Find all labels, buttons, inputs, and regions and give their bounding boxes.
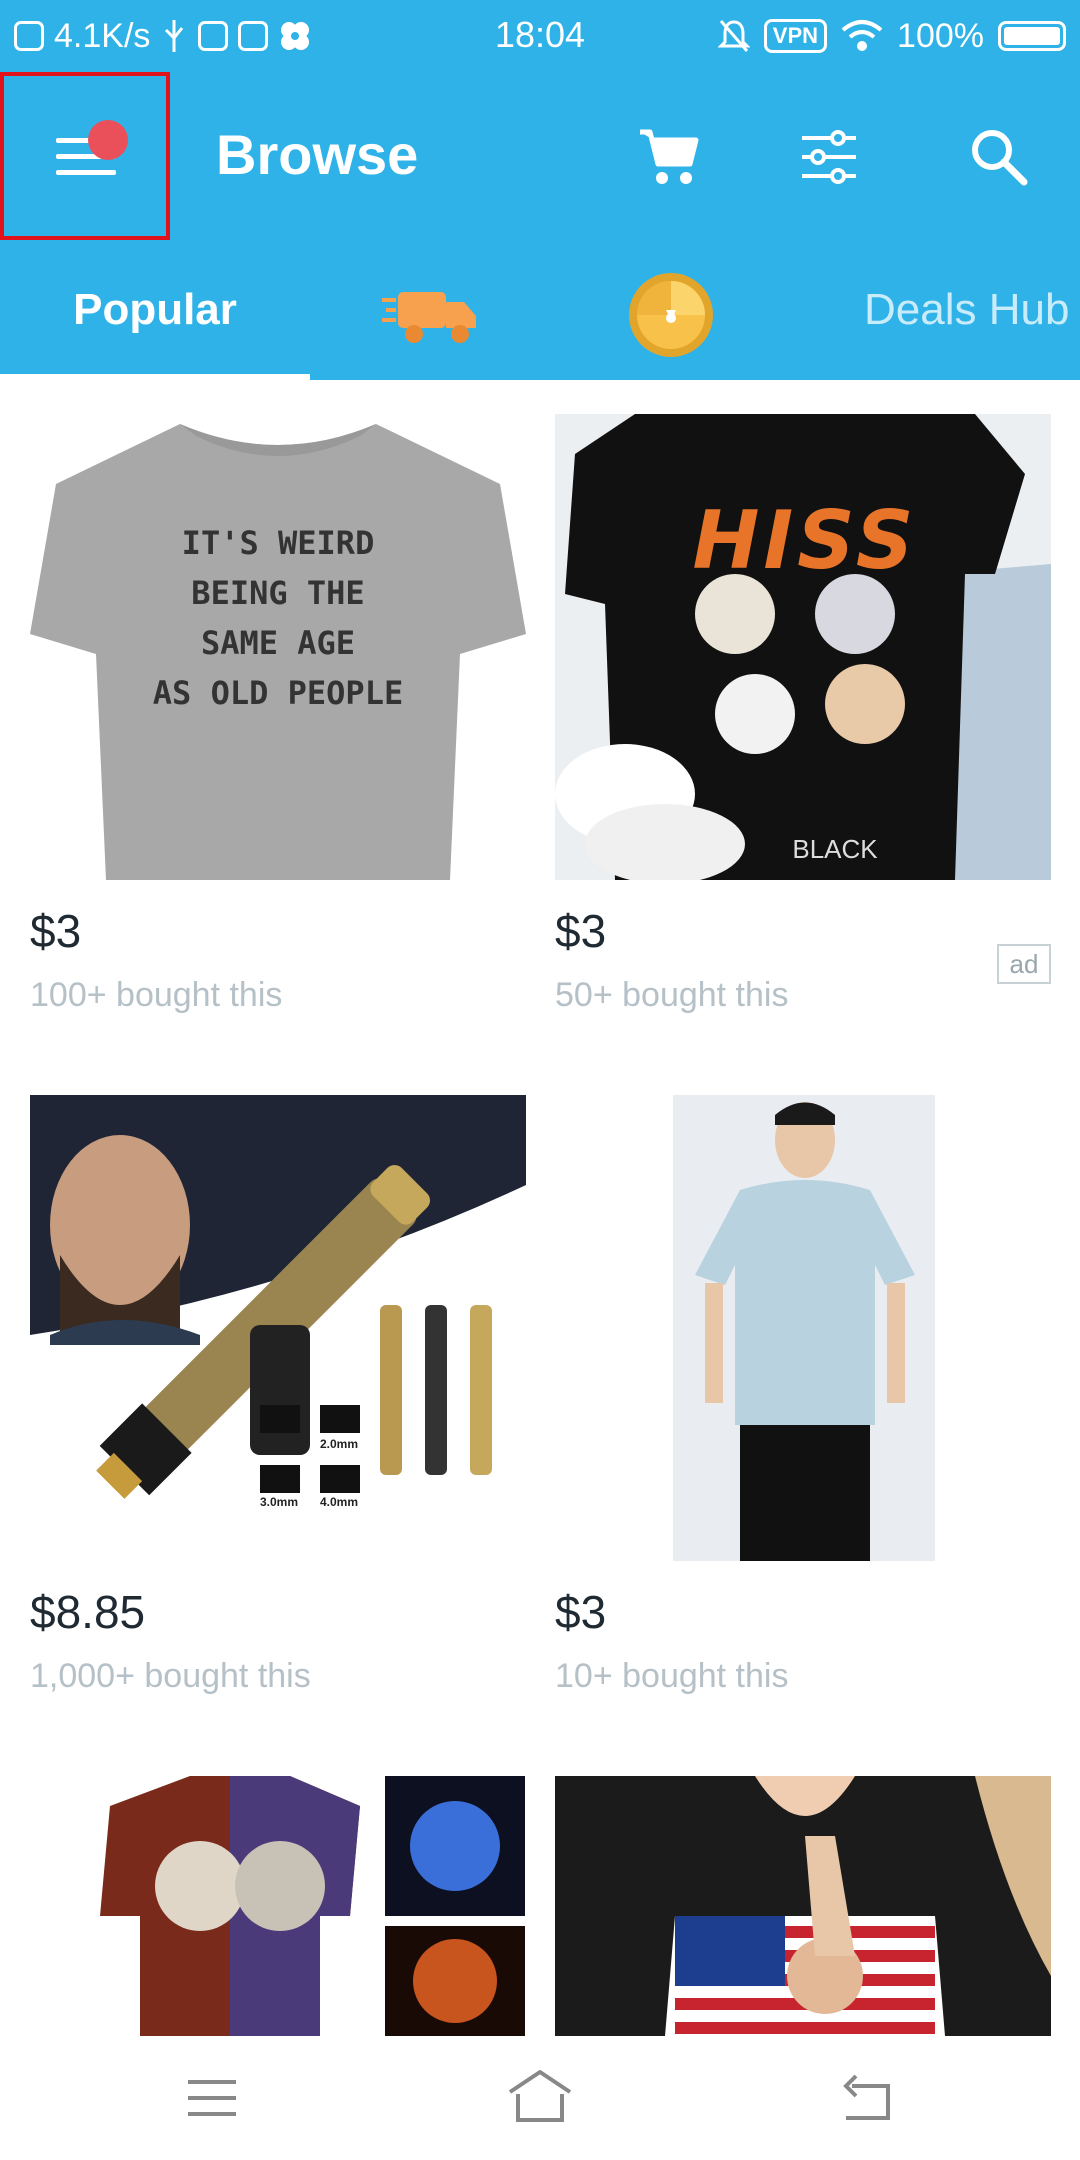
back-icon[interactable] (832, 2062, 904, 2134)
home-icon[interactable] (504, 2062, 576, 2134)
product-price: $3 (30, 905, 82, 957)
status-right: VPN 100% (717, 14, 1066, 58)
product-card[interactable]: 1.5mm 2.0mm 3.0mm 4.0mm $8.85 1,000+ bou… (30, 1095, 526, 1695)
tab-popular-label: Popular (73, 285, 237, 334)
product-price: $3 (555, 905, 607, 957)
battery-icon (998, 21, 1066, 51)
filter-icon[interactable] (796, 124, 862, 190)
product-sold-count: 1,000+ bought this (30, 1657, 311, 1695)
prize-wheel-icon[interactable] (626, 270, 716, 360)
page-title: Browse (216, 123, 419, 186)
product-image: HISS BLACK (555, 414, 1051, 880)
status-bar: 4.1K/s 18:04 VPN 100% (0, 0, 1080, 72)
system-navigation-bar (0, 2036, 1080, 2160)
product-sold-count: 50+ bought this (555, 976, 789, 1014)
product-image (555, 1776, 1051, 2036)
shirt-text-line: AS OLD PEOPLE (152, 674, 404, 712)
shirt-text-line: IT'S WEIRD (181, 524, 375, 562)
tab-popular[interactable]: Popular (0, 240, 310, 380)
app-header: Browse (0, 72, 1080, 240)
product-image: IT'S WEIRD BEING THE SAME AGE AS OLD PEO… (30, 414, 526, 880)
shirt-text-line: SAME AGE (200, 624, 356, 662)
ad-badge: ad (997, 944, 1051, 984)
trimmer-size-label: 4.0mm (320, 1495, 359, 1509)
product-image (555, 1095, 1051, 1561)
battery-percent: 100% (897, 16, 984, 55)
trimmer-size-label: 1.5mm (260, 1437, 299, 1451)
shirt-text-line: BEING THE (191, 574, 365, 612)
product-image (30, 1776, 526, 2036)
product-sold-count: 10+ bought this (555, 1657, 789, 1695)
product-image: 1.5mm 2.0mm 3.0mm 4.0mm (30, 1095, 526, 1561)
shirt-caption: BLACK (792, 834, 878, 864)
product-card[interactable] (555, 1776, 1051, 2036)
tab-deals-hub[interactable]: Deals Hub (864, 240, 1069, 380)
wifi-icon (841, 20, 883, 51)
search-icon[interactable] (966, 124, 1032, 190)
category-tabs: Popular Deals Hub (0, 240, 1080, 380)
product-card[interactable]: $3 10+ bought this (555, 1095, 1051, 1695)
product-card[interactable] (30, 1776, 526, 2036)
product-price: $8.85 (30, 1586, 146, 1638)
trimmer-size-label: 3.0mm (260, 1495, 299, 1509)
product-price: $3 (555, 1586, 607, 1638)
product-card[interactable]: IT'S WEIRD BEING THE SAME AGE AS OLD PEO… (30, 414, 526, 1014)
product-grid: IT'S WEIRD BEING THE SAME AGE AS OLD PEO… (0, 380, 1080, 2036)
delivery-truck-icon[interactable] (380, 280, 480, 350)
recent-apps-icon[interactable] (176, 2062, 248, 2134)
product-card[interactable]: HISS BLACK $3 ad 50+ bought this (555, 414, 1051, 1014)
trimmer-size-label: 2.0mm (320, 1437, 359, 1451)
notification-dot (88, 120, 128, 160)
product-sold-count: 100+ bought this (30, 976, 283, 1014)
shirt-logo: HISS (692, 494, 918, 587)
menu-button[interactable] (0, 72, 170, 240)
mute-bell-icon (717, 20, 750, 52)
vpn-badge: VPN (763, 19, 828, 53)
cart-icon[interactable] (636, 124, 702, 190)
